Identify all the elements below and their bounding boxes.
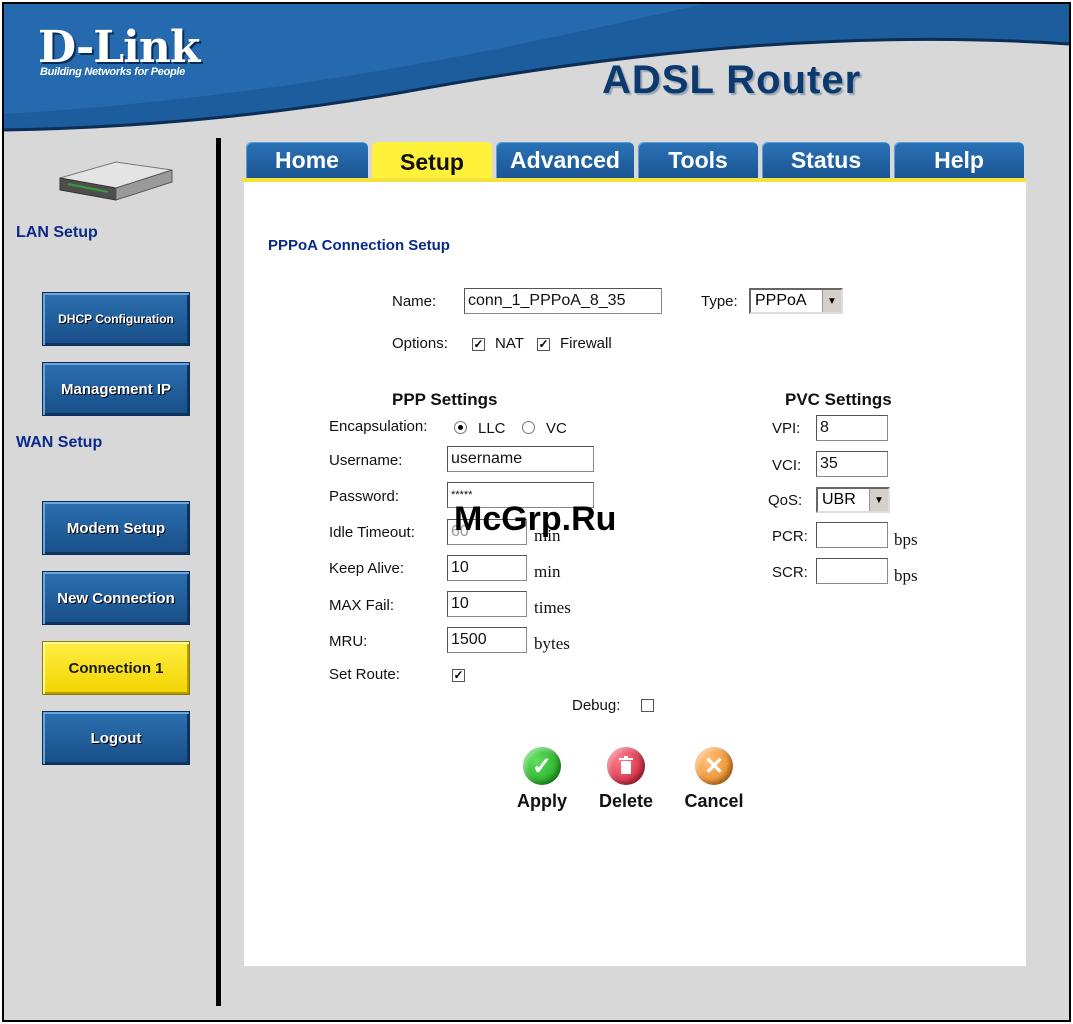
content-panel: PPPoA Connection Setup Name: Type: PPPoA…: [244, 182, 1026, 966]
main-tabs: Home Setup Advanced Tools Status Help: [242, 142, 1026, 182]
close-icon: ✕: [695, 747, 733, 785]
options-label: Options:: [392, 335, 448, 352]
pcr-unit: bps: [894, 530, 918, 549]
wan-setup-heading: WAN Setup: [16, 434, 103, 451]
tab-status[interactable]: Status: [762, 142, 890, 178]
chevron-down-icon: ▼: [869, 489, 888, 511]
set-route-label: Set Route:: [329, 666, 400, 683]
header-banner: D-Link Building Networks for People ADSL…: [4, 4, 1069, 132]
type-label: Type:: [701, 293, 738, 310]
firewall-label: Firewall: [560, 335, 612, 352]
vc-label: VC: [546, 420, 567, 437]
password-label: Password:: [329, 488, 400, 505]
product-title: ADSL Router: [602, 58, 862, 102]
debug-label: Debug:: [572, 697, 621, 714]
chevron-down-icon: ▼: [822, 290, 841, 312]
new-connection-button[interactable]: New Connection: [42, 571, 190, 625]
vpi-field[interactable]: [816, 415, 888, 441]
name-label: Name:: [392, 293, 437, 310]
cancel-button[interactable]: ✕ Cancel: [674, 747, 754, 812]
llc-label: LLC: [478, 420, 506, 437]
vci-field[interactable]: [816, 451, 888, 477]
firewall-checkbox[interactable]: ✓: [537, 338, 550, 351]
max-fail-unit: times: [534, 598, 571, 617]
modem-setup-button[interactable]: Modem Setup: [42, 501, 190, 555]
tab-help[interactable]: Help: [894, 142, 1024, 178]
router-device-icon: [59, 161, 173, 201]
keep-alive-field[interactable]: [447, 555, 527, 581]
trash-glyph: [619, 756, 633, 774]
mru-field[interactable]: [447, 627, 527, 653]
apply-button[interactable]: ✓ Apply: [502, 747, 582, 812]
mru-label: MRU:: [329, 633, 368, 650]
tab-advanced[interactable]: Advanced: [496, 142, 634, 178]
llc-radio[interactable]: [454, 421, 467, 434]
pvc-settings-heading: PVC Settings: [785, 390, 892, 409]
ppp-settings-heading: PPP Settings: [392, 390, 498, 409]
checkmark-icon: ✓: [523, 747, 561, 785]
vpi-label: VPI:: [772, 420, 801, 437]
vc-radio[interactable]: [522, 421, 535, 434]
type-select-value: PPPoA: [755, 292, 807, 309]
max-fail-label: MAX Fail:: [329, 597, 395, 614]
nat-label: NAT: [495, 335, 524, 352]
apply-label: Apply: [516, 791, 567, 811]
type-select[interactable]: PPPoA ▼: [749, 288, 843, 314]
connection-1-button[interactable]: Connection 1: [42, 641, 190, 695]
trash-icon: [607, 747, 645, 785]
username-label: Username:: [329, 452, 403, 469]
keep-alive-unit: min: [534, 562, 561, 581]
tab-setup[interactable]: Setup: [372, 142, 492, 182]
scr-label: SCR:: [772, 564, 808, 581]
pcr-field[interactable]: [816, 522, 888, 548]
management-ip-button[interactable]: Management IP: [42, 362, 190, 416]
scr-field[interactable]: [816, 558, 888, 584]
logout-button[interactable]: Logout: [42, 711, 190, 765]
vci-label: VCI:: [772, 457, 802, 474]
set-route-checkbox[interactable]: ✓: [452, 669, 465, 682]
qos-label: QoS:: [768, 492, 803, 509]
encapsulation-label: Encapsulation:: [329, 418, 428, 435]
qos-select[interactable]: UBR ▼: [816, 487, 890, 513]
router-window: D-Link Building Networks for People ADSL…: [2, 2, 1071, 1022]
qos-select-value: UBR: [822, 491, 856, 508]
logo-tagline: Building Networks for People: [40, 66, 186, 78]
delete-label: Delete: [598, 791, 654, 811]
tab-tools[interactable]: Tools: [638, 142, 758, 178]
watermark-text: McGrp.Ru: [454, 500, 617, 538]
keep-alive-label: Keep Alive:: [329, 560, 405, 577]
page-title: PPPoA Connection Setup: [268, 237, 450, 254]
cancel-label: Cancel: [684, 791, 744, 811]
delete-button[interactable]: Delete: [586, 747, 666, 812]
username-field[interactable]: [447, 446, 594, 472]
pcr-label: PCR:: [772, 528, 808, 545]
dhcp-configuration-button[interactable]: DHCP Configuration: [42, 292, 190, 346]
name-field[interactable]: [464, 288, 662, 314]
debug-checkbox[interactable]: [641, 699, 654, 712]
lan-setup-heading: LAN Setup: [16, 224, 98, 241]
tab-home[interactable]: Home: [246, 142, 368, 178]
nat-checkbox[interactable]: ✓: [472, 338, 485, 351]
idle-timeout-label: Idle Timeout:: [329, 524, 415, 541]
sidebar-divider: [216, 138, 221, 1006]
mru-unit: bytes: [534, 634, 570, 653]
scr-unit: bps: [894, 566, 918, 585]
max-fail-field[interactable]: [447, 591, 527, 617]
